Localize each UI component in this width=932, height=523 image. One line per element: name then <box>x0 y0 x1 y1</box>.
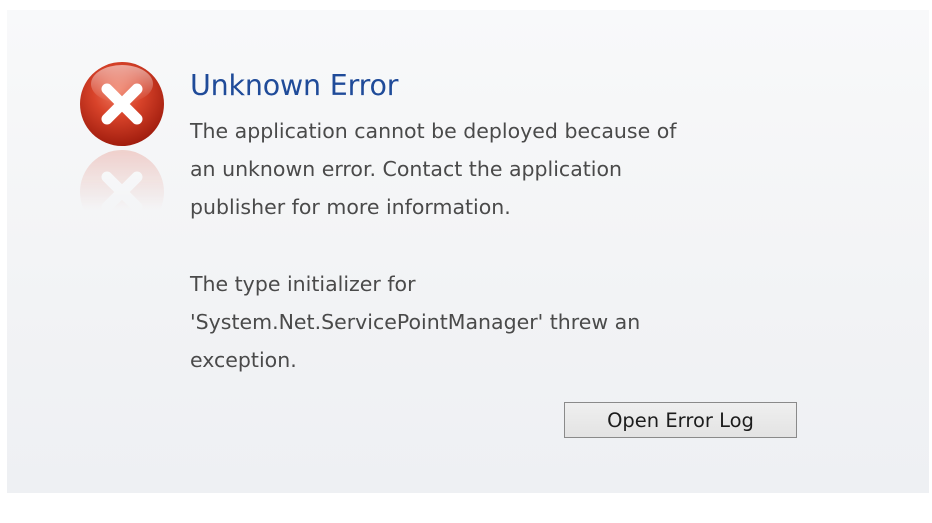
error-detail-line: 'System.Net.ServicePointManager' threw a… <box>190 309 641 334</box>
error-dialog: Unknown Error The application cannot be … <box>7 10 929 493</box>
error-message-line: publisher for more information. <box>190 194 511 219</box>
error-message-line: an unknown error. Contact the applicatio… <box>190 156 623 181</box>
error-detail-line: exception. <box>190 347 297 372</box>
error-message: The application cannot be deployed becau… <box>190 113 676 226</box>
error-detail: The type initializer for 'System.Net.Ser… <box>190 266 640 379</box>
error-detail-line: The type initializer for <box>190 272 416 296</box>
error-message-line: The application cannot be deployed becau… <box>190 119 677 143</box>
open-error-log-button[interactable]: Open Error Log <box>564 402 797 438</box>
error-icon <box>80 62 164 230</box>
dialog-title: Unknown Error <box>190 69 399 102</box>
